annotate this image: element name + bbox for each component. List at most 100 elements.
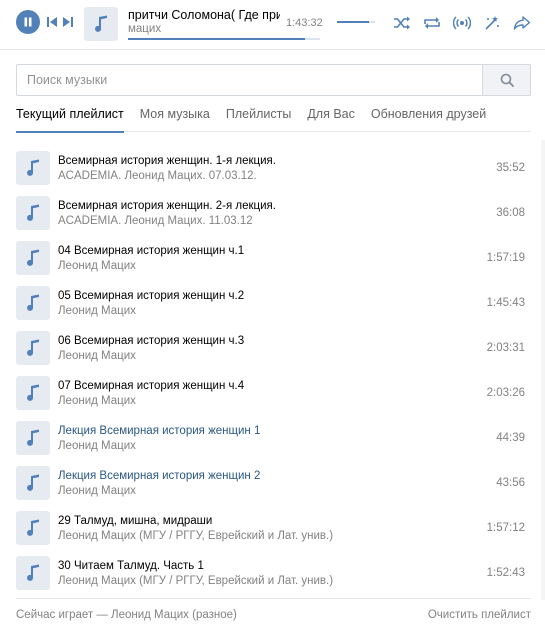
next-icon [63, 17, 73, 27]
track-list: Всемирная история женщин. 1-я лекция. ACA… [16, 146, 531, 596]
current-track-artist[interactable]: мацих [128, 23, 161, 35]
play-track-button[interactable] [16, 196, 50, 230]
scrollbar[interactable] [541, 140, 545, 600]
track-row[interactable]: Всемирная история женщин. 2-я лекция. ACA… [16, 191, 531, 236]
track-title: 30 Читаем Талмуд. Часть 1 [58, 560, 204, 572]
pause-button[interactable] [16, 10, 40, 34]
track-duration: 44:39 [496, 432, 525, 444]
shuffle-icon [394, 16, 410, 30]
volume-slider[interactable] [337, 21, 375, 23]
audio-tabs: Текущий плейлист Моя музыка Плейлисты Дл… [16, 104, 531, 133]
broadcast-icon [453, 16, 471, 30]
track-row[interactable]: 06 Всемирная история женщин ч.3 Леонид Ма… [16, 326, 531, 371]
tab-current-playlist[interactable]: Текущий плейлист [16, 104, 124, 133]
track-artist[interactable]: Леонид Мацих [58, 485, 136, 497]
broadcast-button[interactable] [451, 13, 473, 33]
track-artist[interactable]: Леонид Мацих [58, 260, 136, 272]
track-artist[interactable]: Леонид Мацих (МГУ / РГГУ, Еврейский и Ла… [58, 575, 333, 587]
track-row[interactable]: Лекция Всемирная история женщин 1 Леонид … [16, 416, 531, 461]
similar-tracks-button[interactable] [481, 13, 503, 33]
tab-my-music[interactable]: Моя музыка [140, 104, 210, 132]
play-track-button[interactable] [16, 466, 50, 500]
track-title: 29 Талмуд, мишна, мидраши [58, 515, 213, 527]
note-icon [27, 204, 39, 221]
play-track-button[interactable] [16, 151, 50, 185]
previous-track-button[interactable] [46, 15, 58, 29]
track-title: 06 Всемирная история женщин ч.3 [58, 335, 245, 347]
playback-progress-bar[interactable] [128, 38, 320, 40]
shuffle-button[interactable] [391, 13, 413, 33]
play-track-button[interactable] [16, 241, 50, 275]
track-artist[interactable]: Леонид Мацих [58, 350, 136, 362]
search-button[interactable] [482, 65, 530, 95]
playlist-footer: Сейчас играет — Леонид Мацих (разное) Оч… [16, 598, 531, 629]
track-row[interactable]: 30 Читаем Талмуд. Часть 1 Леонид Мацих (М… [16, 551, 531, 596]
track-title: 04 Всемирная история женщин ч.1 [58, 245, 245, 257]
music-search-input[interactable] [17, 65, 483, 95]
track-artist[interactable]: Леонид Мацих [58, 395, 136, 407]
track-title: 05 Всемирная история женщин ч.2 [58, 290, 245, 302]
playback-progress-fill [128, 38, 305, 40]
audio-player-bar: притчи Соломона( Где прир… мацих 1:43:32 [0, 0, 545, 50]
note-icon [27, 384, 39, 401]
note-icon [27, 564, 39, 581]
track-title: Всемирная история женщин. 1-я лекция. [58, 155, 276, 167]
track-row[interactable]: Лекция Всемирная история женщин 2 Леонид … [16, 461, 531, 506]
track-artist[interactable]: Леонид Мацих [58, 305, 136, 317]
share-icon [513, 16, 531, 30]
play-track-button[interactable] [16, 331, 50, 365]
similar-icon [485, 16, 499, 30]
note-icon [27, 159, 39, 176]
tab-for-you[interactable]: Для Вас [307, 104, 355, 132]
track-duration: 43:56 [496, 477, 525, 489]
tab-friends-updates[interactable]: Обновления друзей [371, 104, 486, 132]
track-title: 07 Всемирная история женщин ч.4 [58, 380, 245, 392]
current-track-cover [84, 7, 118, 41]
track-artist[interactable]: ACADEMIA. Леонид Мацих. 11.03.12 [58, 215, 253, 227]
track-duration: 1:57:19 [486, 252, 525, 264]
track-title[interactable]: Лекция Всемирная история женщин 1 [58, 425, 260, 437]
track-artist[interactable]: ACADEMIA. Леонид Мацих. 07.03.12. [58, 170, 257, 182]
note-icon [27, 294, 39, 311]
track-duration: 1:57:12 [486, 522, 525, 534]
search-icon [500, 73, 514, 87]
pause-icon [24, 17, 32, 27]
note-icon [27, 474, 39, 491]
repeat-icon [424, 17, 440, 29]
tab-playlists[interactable]: Плейлисты [226, 104, 291, 132]
track-title[interactable]: Лекция Всемирная история женщин 2 [58, 470, 260, 482]
play-track-button[interactable] [16, 556, 50, 590]
track-row[interactable]: 04 Всемирная история женщин ч.1 Леонид Ма… [16, 236, 531, 281]
repeat-button[interactable] [421, 13, 443, 33]
clear-playlist-button[interactable]: Очистить плейлист [428, 609, 531, 621]
track-duration: 2:03:31 [486, 342, 525, 354]
track-row[interactable]: 29 Талмуд, мишна, мидраши Леонид Мацих (М… [16, 506, 531, 551]
previous-icon [47, 17, 57, 27]
play-track-button[interactable] [16, 421, 50, 455]
play-track-button[interactable] [16, 511, 50, 545]
note-icon [27, 339, 39, 356]
volume-level-fill [337, 21, 370, 23]
note-icon [27, 249, 39, 266]
track-duration: 36:08 [496, 207, 525, 219]
play-track-button[interactable] [16, 286, 50, 320]
track-duration: 1:45:43 [486, 297, 525, 309]
note-icon [27, 429, 39, 446]
share-button[interactable] [511, 13, 533, 33]
current-track-title[interactable]: притчи Соломона( Где прир… [128, 8, 280, 22]
now-playing-label[interactable]: Сейчас играет — Леонид Мацих (разное) [16, 609, 237, 621]
track-row[interactable]: 07 Всемирная история женщин ч.4 Леонид Ма… [16, 371, 531, 416]
music-search-box [16, 64, 531, 96]
track-artist[interactable]: Леонид Мацих [58, 440, 136, 452]
track-artist[interactable]: Леонид Мацих (МГУ / РГГУ, Еврейский и Ла… [58, 530, 333, 542]
track-row[interactable]: Всемирная история женщин. 1-я лекция. ACA… [16, 146, 531, 191]
play-track-button[interactable] [16, 376, 50, 410]
current-track-time[interactable]: 1:43:32 [286, 17, 323, 29]
track-duration: 1:52:43 [486, 567, 525, 579]
track-duration: 35:52 [496, 162, 525, 174]
note-icon [27, 519, 39, 536]
track-duration: 2:03:26 [486, 387, 525, 399]
next-track-button[interactable] [62, 15, 74, 29]
track-row[interactable]: 05 Всемирная история женщин ч.2 Леонид Ма… [16, 281, 531, 326]
track-title: Всемирная история женщин. 2-я лекция. [58, 200, 276, 212]
